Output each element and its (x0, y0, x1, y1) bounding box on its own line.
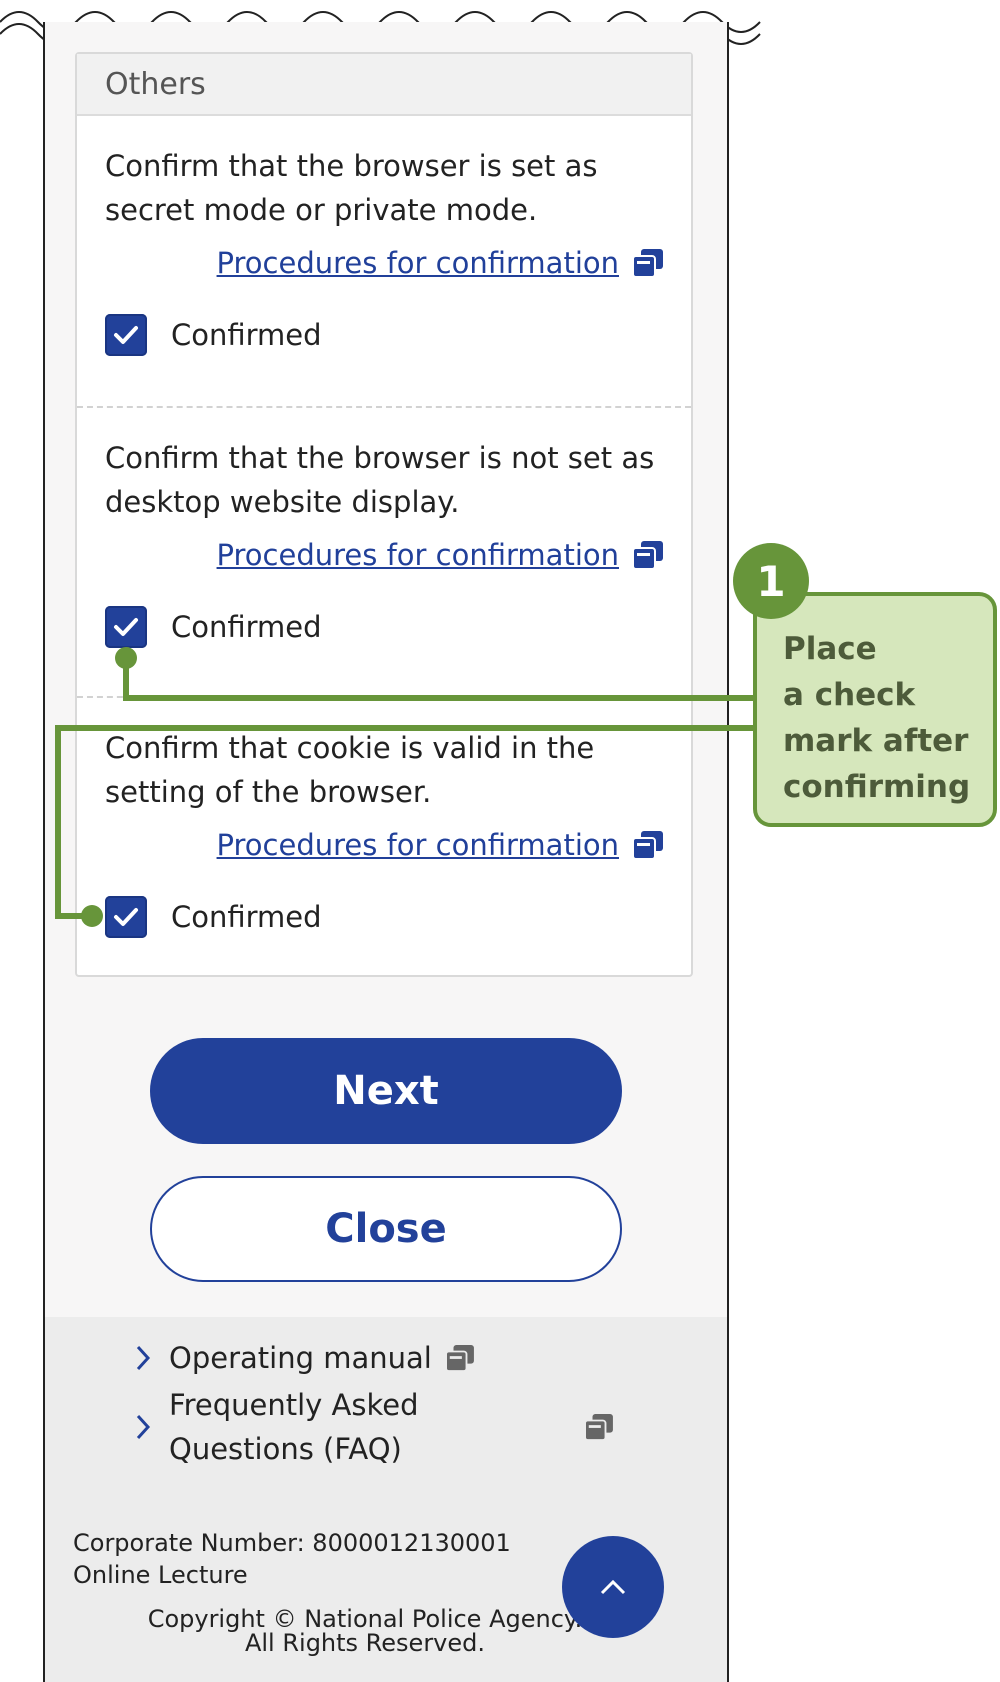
instruction-callout: Place a check mark after confirming (753, 592, 997, 827)
callout-connector (55, 647, 755, 927)
step-number-badge: 1 (733, 543, 809, 619)
callout-text: Place a check mark after confirming (783, 631, 971, 805)
